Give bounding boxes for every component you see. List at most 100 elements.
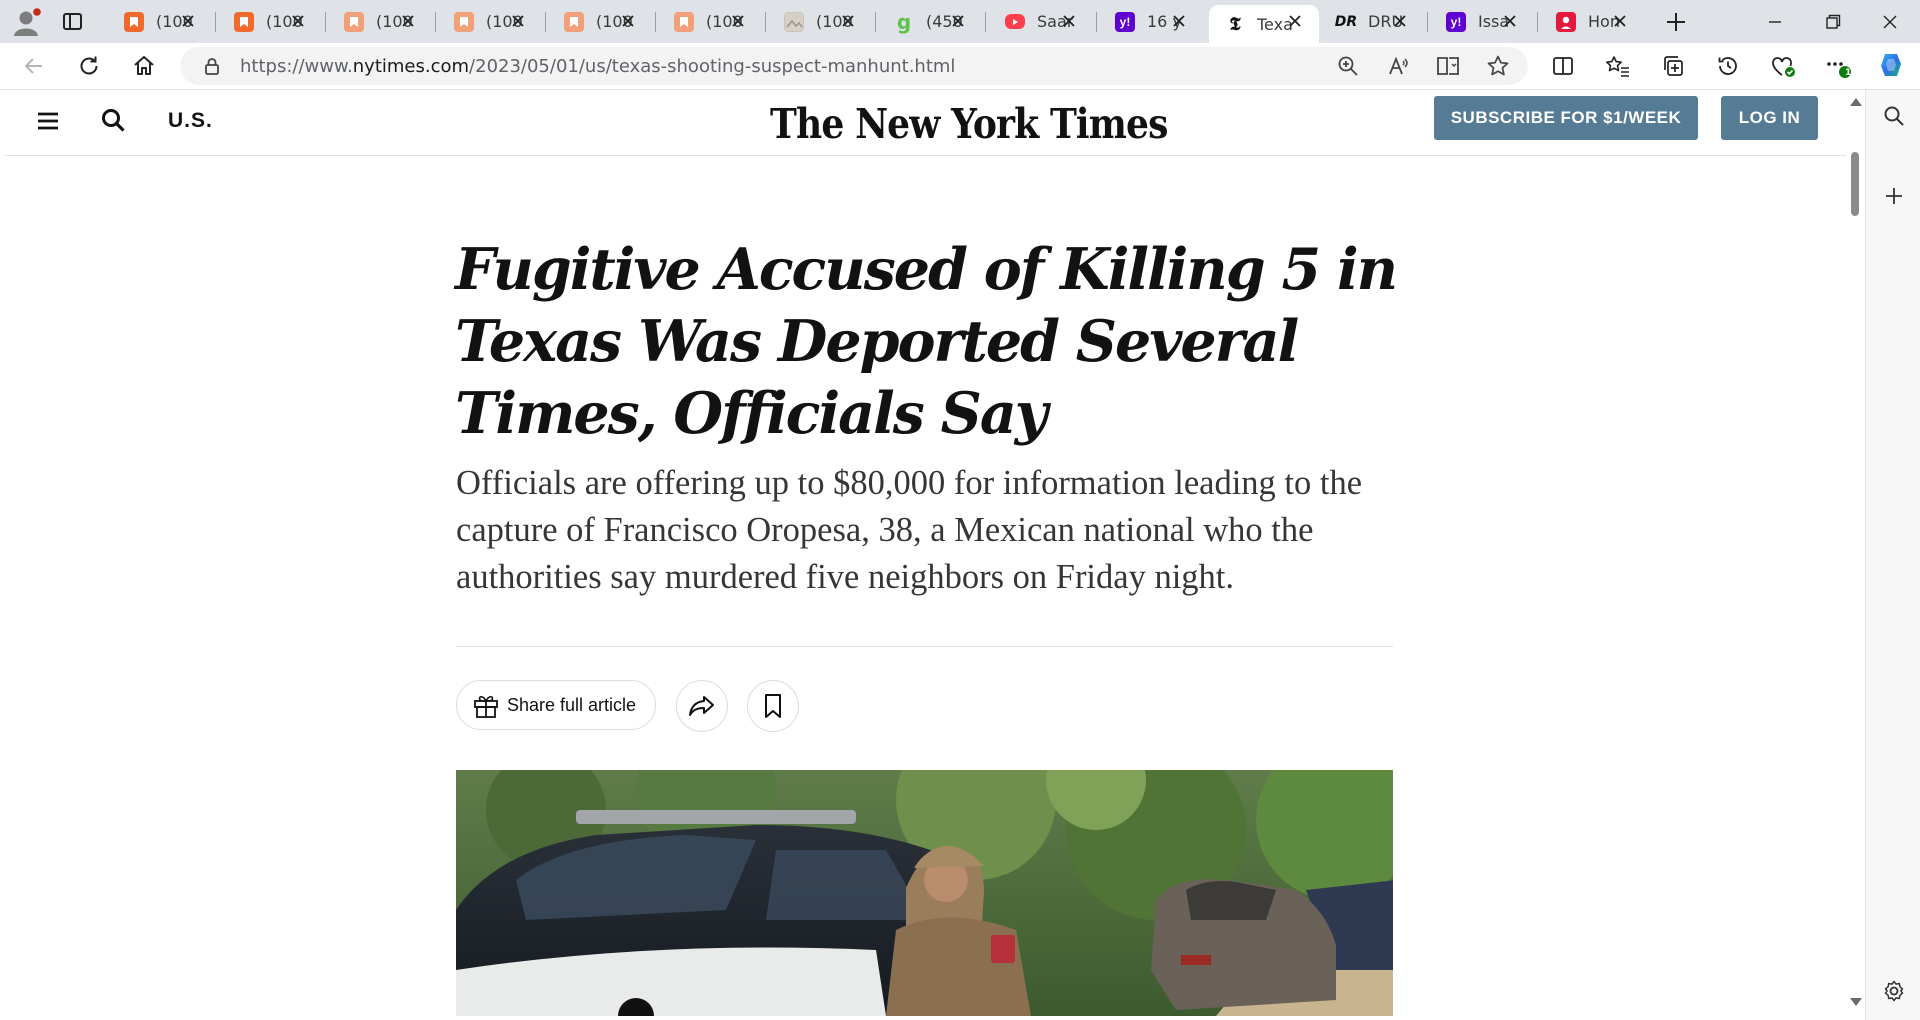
extension-badge: 1	[1845, 68, 1852, 78]
bookmark-icon	[765, 694, 781, 718]
close-tab-icon[interactable]	[948, 11, 968, 31]
browser-tab[interactable]: (100	[108, 5, 212, 38]
close-tab-icon[interactable]	[1390, 11, 1410, 31]
close-tab-icon[interactable]	[508, 11, 528, 31]
browser-tab[interactable]: Hon	[1540, 5, 1644, 38]
browser-tab[interactable]: (100	[658, 5, 762, 38]
close-tab-icon[interactable]	[1500, 11, 1520, 31]
sidebar-search-icon[interactable]	[1882, 104, 1906, 128]
back-button[interactable]	[18, 50, 50, 82]
article-headline: Fugitive Accused of Killing 5 in Texas W…	[455, 236, 1398, 447]
favorite-star-icon[interactable]	[1482, 50, 1514, 82]
history-icon[interactable]	[1712, 50, 1744, 82]
close-tab-icon[interactable]	[1169, 11, 1189, 31]
page-content: U.S. The New York Times SUBSCRIBE FOR $1…	[4, 90, 1846, 1016]
close-tab-icon[interactable]	[1285, 11, 1305, 31]
browser-tab[interactable]: DR DRU	[1320, 5, 1424, 38]
orange-bookmark-icon	[454, 11, 474, 32]
close-tab-icon[interactable]	[1059, 11, 1079, 31]
browser-tab[interactable]: (100	[438, 5, 542, 38]
browser-tab[interactable]: Saar	[989, 5, 1093, 38]
orange-bookmark-icon	[344, 11, 364, 32]
yahoo-icon: y!	[1446, 11, 1466, 32]
tab-separator	[985, 12, 986, 32]
red-profile-icon	[1556, 11, 1576, 32]
orange-bookmark-icon	[234, 11, 254, 32]
collections-icon[interactable]	[1657, 50, 1689, 82]
browser-tab[interactable]: y! Issa	[1430, 5, 1534, 38]
search-icon[interactable]	[100, 107, 128, 135]
close-tab-icon[interactable]	[618, 11, 638, 31]
share-arrow-icon	[689, 696, 714, 716]
nyt-logo[interactable]: The New York Times	[770, 100, 1168, 148]
share-full-article-label: Share full article	[507, 694, 637, 715]
close-tab-icon[interactable]	[288, 11, 308, 31]
save-bookmark-button[interactable]	[747, 680, 799, 732]
zoom-icon[interactable]	[1332, 50, 1364, 82]
tab-separator	[325, 12, 326, 32]
share-button[interactable]	[676, 680, 728, 732]
url-text[interactable]: https://www.nytimes.com/2023/05/01/us/te…	[240, 56, 955, 77]
subscribe-button[interactable]: SUBSCRIBE FOR $1/WEEK	[1434, 96, 1698, 140]
close-tab-icon[interactable]	[728, 11, 748, 31]
page-scrollbar[interactable]	[1846, 90, 1865, 1016]
restore-button[interactable]	[1820, 10, 1846, 34]
copilot-icon[interactable]	[1876, 49, 1908, 81]
menu-icon[interactable]	[36, 109, 62, 133]
browser-tab[interactable]: (100	[218, 5, 322, 38]
tab-separator	[875, 12, 876, 32]
orange-bookmark-icon	[674, 11, 694, 32]
tab-separator	[1096, 12, 1097, 32]
orange-bookmark-icon	[564, 11, 584, 32]
tab-separator	[655, 12, 656, 32]
youtube-icon	[1005, 14, 1025, 29]
tab-separator	[1537, 12, 1538, 32]
section-label[interactable]: U.S.	[168, 109, 213, 133]
scroll-up-arrow[interactable]	[1850, 98, 1862, 106]
close-tab-icon[interactable]	[178, 11, 198, 31]
tab-separator	[545, 12, 546, 32]
read-aloud-icon[interactable]	[1382, 50, 1414, 82]
browser-tab[interactable]: y! 16 y	[1099, 5, 1203, 38]
share-full-article-button[interactable]: Share full article	[456, 680, 656, 730]
green-g-icon: g	[896, 9, 912, 34]
favorites-icon[interactable]	[1602, 50, 1634, 82]
browser-tab[interactable]: (100	[548, 5, 652, 38]
scroll-down-arrow[interactable]	[1850, 998, 1862, 1006]
browser-tab[interactable]: 𝕿 Texa	[1209, 5, 1319, 43]
tab-strip: (100 (100 (100 (100 (100 (100 (100 g (450 Saar y! 1…	[0, 0, 1920, 43]
close-tab-icon[interactable]	[1610, 11, 1630, 31]
home-button[interactable]	[128, 50, 160, 82]
tab-separator	[765, 12, 766, 32]
close-tab-icon[interactable]	[398, 11, 418, 31]
split-screen-icon[interactable]	[1547, 50, 1579, 82]
minimize-button[interactable]	[1762, 10, 1788, 34]
article-photo	[456, 770, 1393, 1016]
immersive-reader-icon[interactable]	[1432, 50, 1464, 82]
lock-icon[interactable]	[202, 56, 222, 76]
profile-avatar[interactable]	[12, 8, 42, 36]
sidebar-settings-icon[interactable]	[1882, 979, 1906, 1003]
browser-essentials-icon[interactable]	[1767, 50, 1799, 82]
divider	[456, 646, 1393, 647]
close-tab-icon[interactable]	[838, 11, 858, 31]
tab-actions-icon[interactable]	[62, 11, 84, 33]
close-window-button[interactable]	[1877, 10, 1903, 34]
tab-separator	[1427, 12, 1428, 32]
nyt-icon: 𝕿	[1229, 13, 1241, 35]
settings-more-icon[interactable]: 1	[1822, 50, 1854, 82]
browser-tab[interactable]: (100	[328, 5, 432, 38]
scrollbar-thumb[interactable]	[1851, 152, 1859, 216]
sidebar-add-icon[interactable]	[1882, 184, 1906, 208]
login-button[interactable]: LOG IN	[1721, 96, 1818, 140]
browser-tab[interactable]: g (450	[878, 5, 982, 38]
nyt-header: U.S. The New York Times SUBSCRIBE FOR $1…	[4, 90, 1846, 156]
gift-icon	[471, 690, 501, 720]
orange-bookmark-icon	[124, 11, 144, 32]
new-tab-button[interactable]	[1663, 9, 1689, 35]
refresh-button[interactable]	[73, 50, 105, 82]
browser-toolbar: https://www.nytimes.com/2023/05/01/us/te…	[0, 43, 1920, 90]
article-summary: Officials are offering up to $80,000 for…	[456, 464, 1363, 596]
browser-tab[interactable]: (100	[768, 5, 872, 38]
drudge-icon: DR	[1334, 13, 1358, 30]
